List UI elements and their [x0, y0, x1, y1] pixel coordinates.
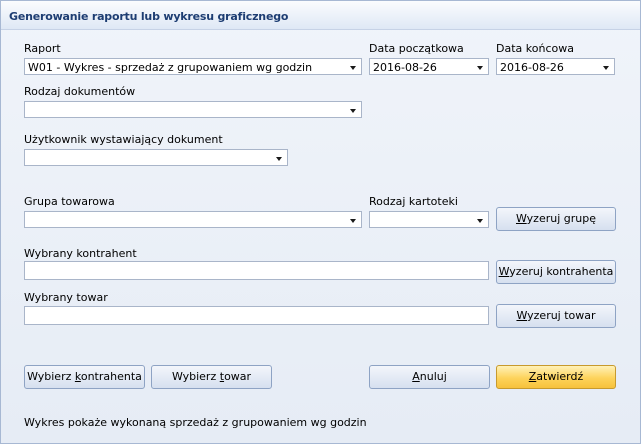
chevron-down-icon[interactable] — [350, 66, 356, 70]
contractor-field[interactable] — [24, 261, 489, 280]
clear-group-button[interactable]: Wyzeruj grupę — [496, 207, 616, 231]
button-mnemonic: W — [498, 265, 510, 278]
report-label: Raport — [24, 42, 61, 55]
product-group-label: Grupa towarowa — [24, 195, 115, 208]
button-mnemonic: A — [412, 370, 420, 383]
chevron-down-icon[interactable] — [350, 219, 356, 223]
date-to-picker[interactable]: 2016-08-26 — [496, 58, 615, 75]
chevron-down-icon[interactable] — [603, 66, 609, 70]
confirm-button[interactable]: Zatwierdź — [496, 365, 616, 389]
chevron-down-icon[interactable] — [477, 66, 483, 70]
button-label-post: yzeruj grupę — [526, 212, 596, 225]
button-mnemonic: W — [515, 212, 527, 225]
date-to-value: 2016-08-26 — [500, 61, 564, 74]
report-select[interactable]: W01 - Wykres - sprzedaż z grupowaniem wg… — [24, 58, 362, 75]
report-description: Wykres pokaże wykonaną sprzedaż z grupow… — [24, 416, 367, 429]
chevron-down-icon[interactable] — [477, 219, 483, 223]
product-group-select[interactable] — [24, 211, 362, 228]
date-to-label: Data końcowa — [496, 42, 574, 55]
card-type-select[interactable] — [369, 211, 489, 228]
report-dialog: Generowanie raportu lub wykresu graficzn… — [0, 0, 641, 444]
contractor-label: Wybrany kontrahent — [24, 247, 137, 260]
report-select-value: W01 - Wykres - sprzedaż z grupowaniem wg… — [28, 61, 313, 74]
button-mnemonic: W — [516, 309, 528, 322]
date-from-picker[interactable]: 2016-08-26 — [369, 58, 489, 75]
button-label-pre: Wybierz — [27, 370, 75, 383]
chevron-down-icon[interactable] — [350, 109, 356, 113]
dialog-title: Generowanie raportu lub wykresu graficzn… — [9, 10, 289, 23]
user-label: Użytkownik wystawiający dokument — [24, 133, 223, 146]
button-label-post: yzeruj towar — [527, 309, 596, 322]
button-label-pre: Wybierz — [171, 370, 220, 383]
product-label: Wybrany towar — [24, 291, 108, 304]
doc-type-label: Rodzaj dokumentów — [24, 85, 136, 98]
date-from-value: 2016-08-26 — [373, 61, 437, 74]
title-bar: Generowanie raportu lub wykresu graficzn… — [1, 1, 640, 30]
button-label-post: owar — [224, 370, 252, 383]
button-label-post: ontrahenta — [80, 370, 142, 383]
chevron-down-icon[interactable] — [276, 157, 282, 161]
cancel-button[interactable]: Anuluj — [369, 365, 490, 389]
doc-type-select[interactable] — [24, 101, 362, 118]
choose-contractor-button[interactable]: Wybierz kontrahenta — [24, 365, 145, 389]
clear-contractor-button[interactable]: Wyzeruj kontrahenta — [496, 260, 616, 284]
choose-product-button[interactable]: Wybierz towar — [151, 365, 272, 389]
user-select[interactable] — [24, 149, 288, 166]
product-field[interactable] — [24, 306, 489, 325]
button-label-post: nuluj — [419, 370, 447, 383]
button-label-post: yzeruj kontrahenta — [509, 265, 614, 278]
button-label-post: atwierdź — [536, 370, 584, 383]
card-type-label: Rodzaj kartoteki — [369, 195, 458, 208]
clear-product-button[interactable]: Wyzeruj towar — [496, 304, 616, 328]
date-from-label: Data początkowa — [369, 42, 464, 55]
